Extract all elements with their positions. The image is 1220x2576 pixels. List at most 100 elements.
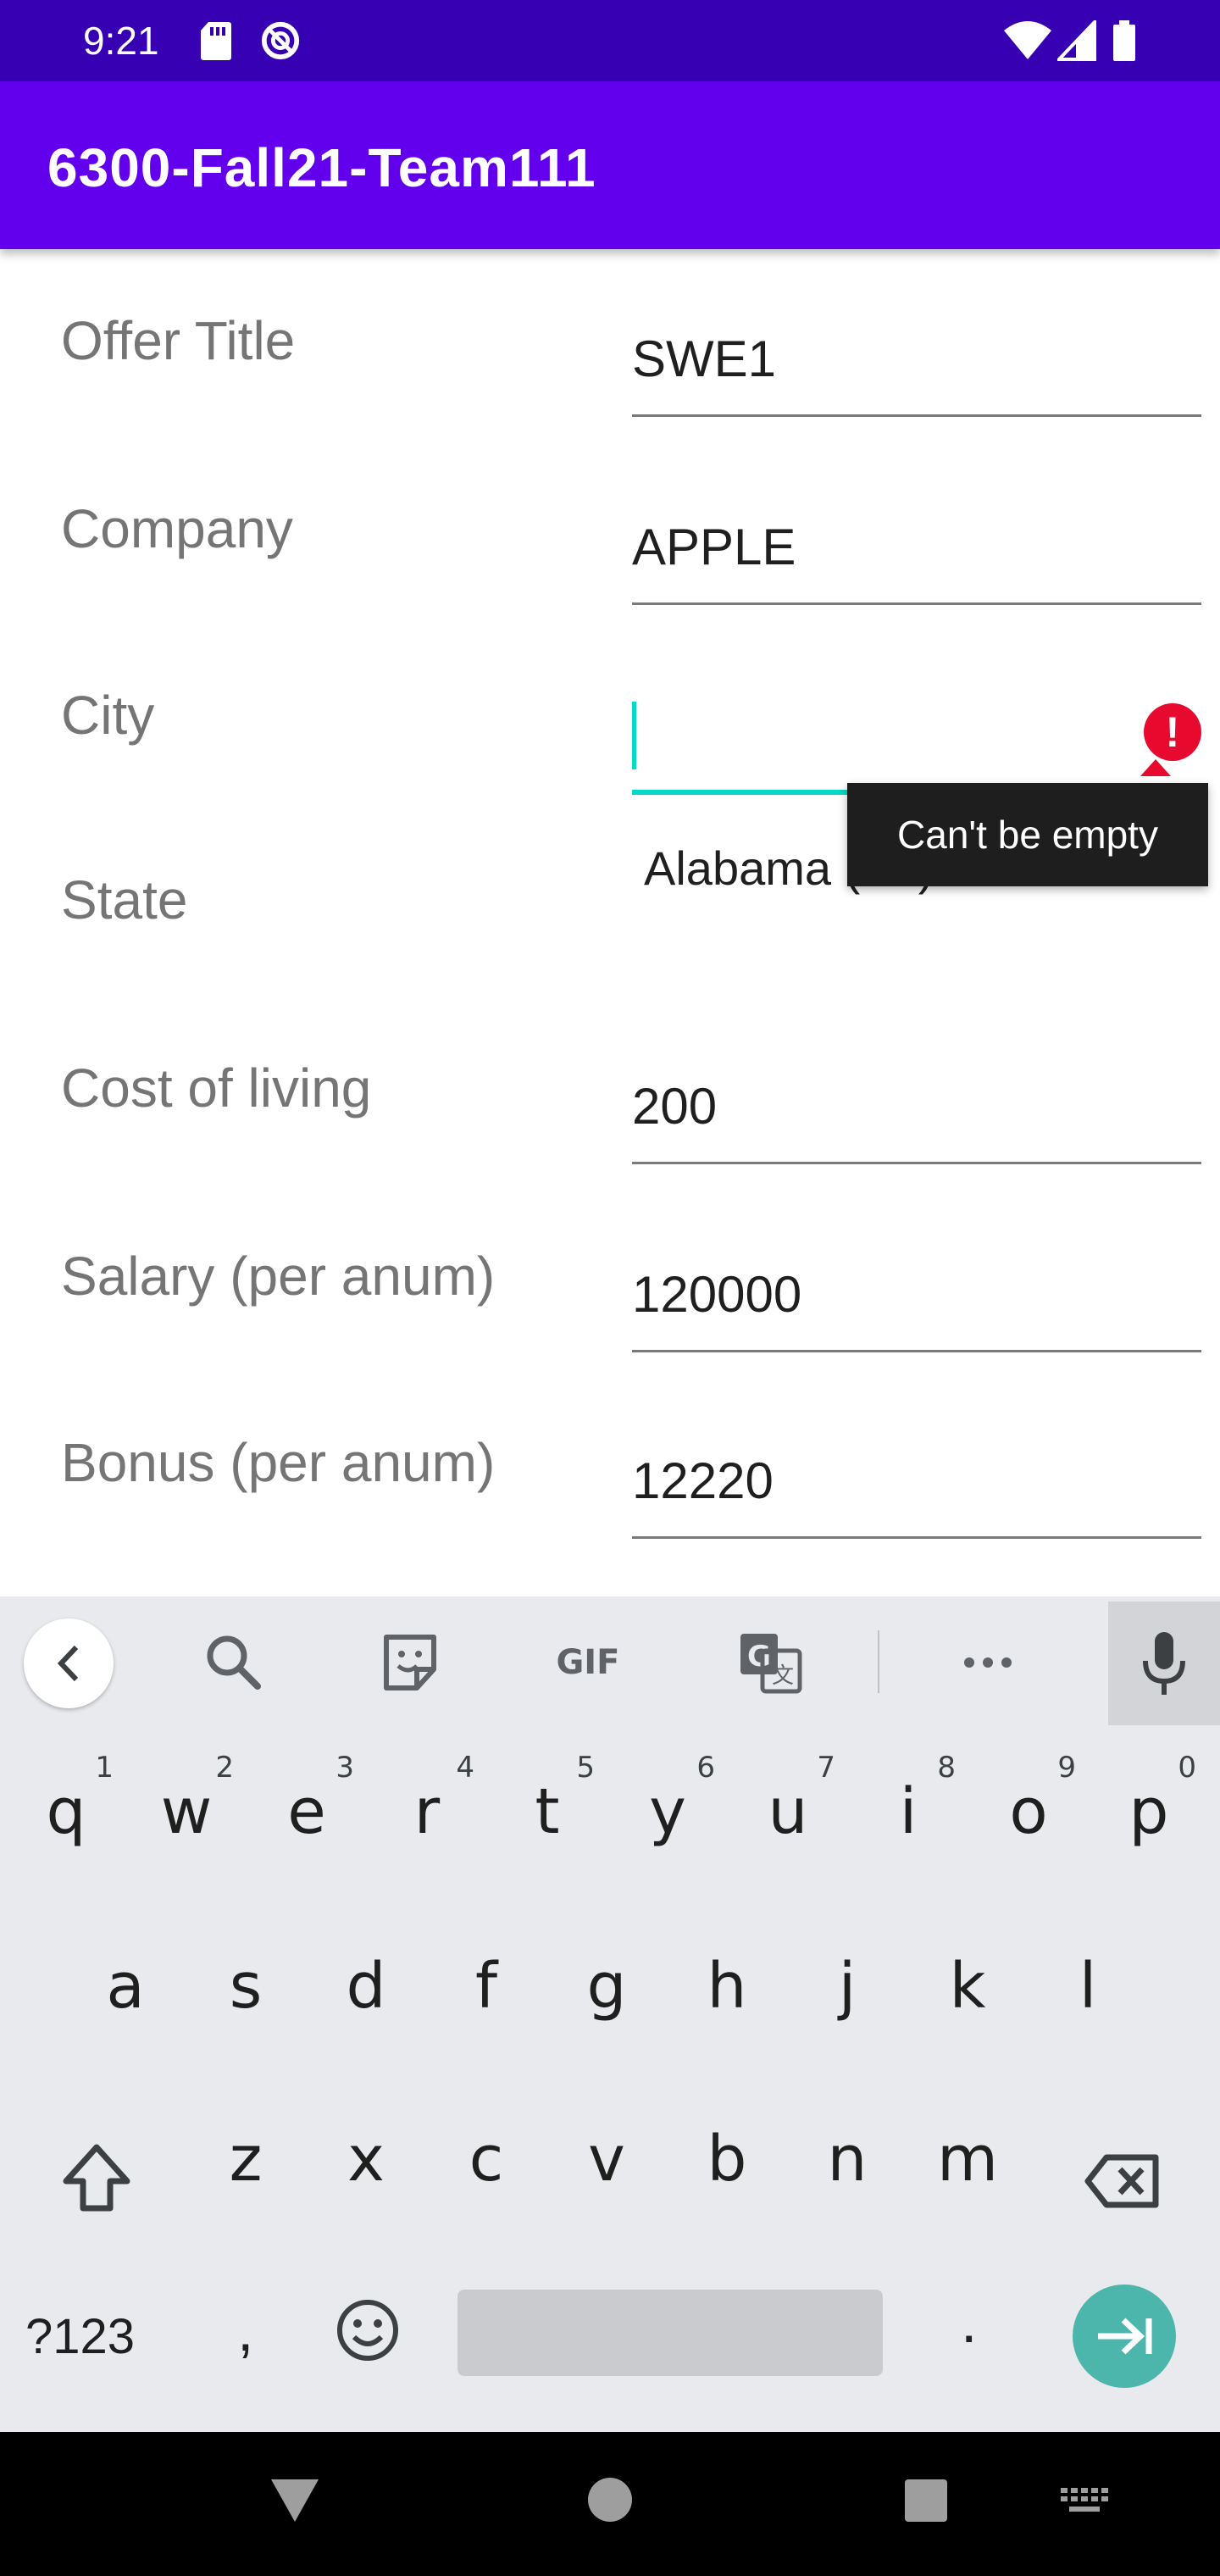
key-x[interactable]: x — [315, 2091, 417, 2227]
keyboard-back-button[interactable] — [24, 1618, 114, 1708]
key-c[interactable]: c — [435, 2091, 537, 2227]
key-o-label: o — [1009, 1775, 1048, 1848]
key-u-hint: 7 — [817, 1751, 835, 1785]
key-q-hint: 1 — [95, 1751, 114, 1785]
key-i-hint: 8 — [937, 1751, 956, 1785]
key-q-label: q — [46, 1775, 86, 1848]
svg-text:G: G — [747, 1640, 771, 1674]
chevron-left-icon — [57, 1645, 79, 1682]
key-p-hint: 0 — [1178, 1751, 1196, 1785]
recents-square-icon[interactable] — [903, 2478, 949, 2523]
space-bar[interactable] — [458, 2290, 883, 2376]
backspace-icon[interactable] — [1081, 2139, 1166, 2223]
bonus-value: 12220 — [632, 1452, 774, 1509]
key-d[interactable]: d — [315, 1918, 417, 2054]
company-label: Company — [61, 498, 293, 559]
city-input[interactable]: ! — [632, 691, 1201, 795]
input-underline — [632, 1350, 1201, 1352]
home-circle-icon[interactable] — [586, 2476, 634, 2523]
key-q[interactable]: q1 — [15, 1744, 117, 1879]
input-underline — [632, 602, 1201, 605]
mic-icon — [1143, 1632, 1185, 1695]
key-p-label: p — [1128, 1775, 1169, 1848]
translate-icon[interactable]: G 文 — [734, 1627, 805, 1698]
key-t-label: t — [535, 1775, 560, 1848]
sticker-icon[interactable] — [374, 1627, 446, 1698]
input-underline-focused — [632, 790, 852, 795]
gif-icon[interactable]: GIF — [549, 1627, 627, 1698]
key-h[interactable]: h — [676, 1918, 778, 2054]
key-r-hint: 4 — [456, 1751, 474, 1785]
mic-button[interactable] — [1108, 1602, 1220, 1725]
salary-label: Salary (per anum) — [61, 1246, 496, 1307]
key-k[interactable]: k — [917, 1918, 1018, 2054]
key-period[interactable]: . — [961, 2279, 977, 2364]
key-p[interactable]: p0 — [1098, 1744, 1200, 1879]
key-i-label: i — [899, 1775, 918, 1848]
key-t[interactable]: t5 — [496, 1744, 598, 1879]
company-value: APPLE — [632, 519, 796, 575]
navigation-bar — [0, 2432, 1220, 2576]
emoji-icon[interactable] — [334, 2296, 402, 2364]
enter-key[interactable] — [1073, 2285, 1176, 2388]
keyboard-toolbar: GIF G 文 — [0, 1596, 1220, 1725]
cost-of-living-value: 200 — [632, 1078, 718, 1135]
cost-of-living-input[interactable]: 200 — [632, 1063, 1201, 1164]
key-w-hint: 2 — [215, 1751, 234, 1785]
svg-text:文: 文 — [772, 1663, 794, 1689]
toolbar-divider — [878, 1630, 879, 1693]
key-y[interactable]: y6 — [617, 1744, 718, 1879]
key-comma[interactable]: , — [237, 2288, 253, 2373]
cost-of-living-row: Cost of living 200 — [0, 997, 1220, 1183]
key-n[interactable]: n — [796, 2091, 898, 2227]
input-underline — [632, 1536, 1201, 1539]
offer-title-row: Offer Title SWE1 — [0, 249, 1220, 436]
input-underline — [632, 1162, 1201, 1164]
salary-input[interactable]: 120000 — [632, 1251, 1201, 1352]
app-bar: 6300-Fall21-Team111 — [0, 81, 1220, 249]
search-icon[interactable] — [198, 1627, 269, 1698]
state-label: State — [61, 869, 188, 930]
key-w-label: w — [160, 1775, 213, 1848]
key-u-label: u — [768, 1775, 808, 1848]
key-u[interactable]: u7 — [737, 1744, 839, 1879]
key-o[interactable]: o9 — [978, 1744, 1079, 1879]
offer-title-input[interactable]: SWE1 — [632, 315, 1201, 417]
do-not-disturb-icon — [261, 21, 300, 60]
key-g[interactable]: g — [556, 1918, 657, 2054]
app-title: 6300-Fall21-Team111 — [47, 137, 596, 198]
key-f[interactable]: f — [435, 1918, 537, 2054]
shift-icon[interactable] — [54, 2137, 139, 2222]
offer-title-label: Offer Title — [61, 310, 296, 371]
wifi-icon — [1004, 21, 1051, 59]
bonus-input[interactable]: 12220 — [632, 1437, 1201, 1539]
key-s[interactable]: s — [195, 1918, 297, 2054]
city-label: City — [61, 685, 155, 746]
company-row: Company APPLE — [0, 436, 1220, 622]
key-j[interactable]: j — [796, 1918, 898, 2054]
back-triangle-icon[interactable] — [268, 2474, 322, 2525]
key-m[interactable]: m — [917, 2091, 1018, 2227]
key-a[interactable]: a — [75, 1918, 176, 2054]
status-time: 9:21 — [83, 19, 159, 63]
key-z[interactable]: z — [195, 2091, 297, 2227]
key-y-label: y — [649, 1775, 686, 1848]
key-i[interactable]: i8 — [857, 1744, 959, 1879]
key-r[interactable]: r4 — [376, 1744, 478, 1879]
symbols-key[interactable]: ?123 — [25, 2303, 135, 2371]
key-b[interactable]: b — [676, 2091, 778, 2227]
key-t-hint: 5 — [576, 1751, 595, 1785]
key-e[interactable]: e3 — [256, 1744, 358, 1879]
text-cursor — [632, 702, 636, 769]
error-popup: Can't be empty — [847, 783, 1208, 886]
more-icon[interactable] — [952, 1627, 1023, 1698]
keyboard-switch-icon[interactable] — [1059, 2486, 1110, 2515]
key-w[interactable]: w2 — [136, 1744, 237, 1879]
offer-form: Offer Title SWE1 Company APPLE City ! St… — [0, 249, 1220, 1596]
company-input[interactable]: APPLE — [632, 503, 1201, 605]
key-v[interactable]: v — [556, 2091, 657, 2227]
key-e-hint: 3 — [336, 1751, 354, 1785]
key-y-hint: 6 — [696, 1751, 715, 1785]
bonus-label: Bonus (per anum) — [61, 1432, 496, 1493]
key-l[interactable]: l — [1037, 1918, 1139, 2054]
